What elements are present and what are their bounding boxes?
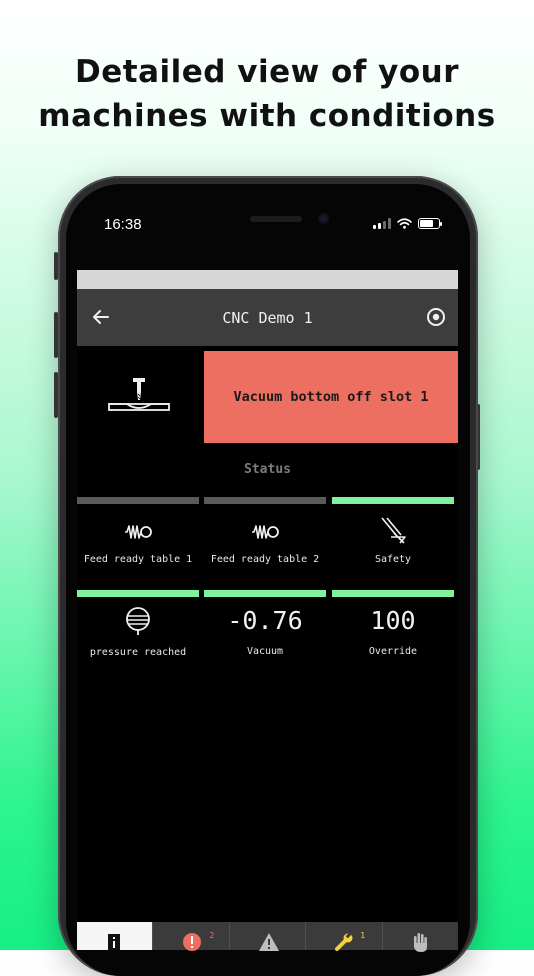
cellular-signal-icon xyxy=(373,218,391,229)
tile-label: pressure reached xyxy=(89,647,187,658)
headline-line-2: machines with conditions xyxy=(38,98,496,134)
arrow-left-icon[interactable] xyxy=(91,307,111,327)
status-heading: Status xyxy=(244,462,291,477)
override-value: 100 xyxy=(370,606,416,635)
headline-line-1: Detailed view of your xyxy=(75,54,459,90)
status-tile-feed-ready-1[interactable]: Feed ready table 1 xyxy=(77,497,199,567)
earpiece-speaker xyxy=(250,216,302,222)
tile-state-bar xyxy=(332,590,454,597)
tile-state-bar xyxy=(77,497,199,504)
wrench-icon xyxy=(335,932,353,951)
headline: Detailed view of your machines with cond… xyxy=(0,50,534,138)
tab-maintenance[interactable]: 1 xyxy=(306,922,383,951)
bottom-tab-bar: 2 1 xyxy=(77,922,458,952)
machine-title: CNC Demo 1 xyxy=(222,308,313,327)
status-tile-feed-ready-2[interactable]: Feed ready table 2 xyxy=(204,497,326,567)
tile-state-bar xyxy=(204,497,326,504)
vacuum-value: -0.76 xyxy=(227,606,303,635)
hand-icon xyxy=(413,933,427,952)
tile-label: Vacuum xyxy=(246,646,284,657)
status-time: 16:38 xyxy=(104,216,142,233)
top-strip xyxy=(77,270,458,289)
app-screen: CNC Demo 1 Vacuum bottom off slot 1 Stat… xyxy=(77,270,458,952)
tile-state-bar xyxy=(332,497,454,504)
tab-manual[interactable] xyxy=(383,922,458,952)
spring-icon xyxy=(252,525,279,539)
errors-badge: 2 xyxy=(209,931,215,940)
status-icons xyxy=(373,218,442,229)
status-tile-vacuum[interactable]: -0.76 Vacuum xyxy=(204,590,326,660)
front-camera xyxy=(318,213,329,224)
warning-icon xyxy=(258,933,279,951)
tab-errors[interactable]: 2 xyxy=(153,922,230,951)
battery-icon xyxy=(418,218,442,229)
error-icon xyxy=(183,933,202,951)
tile-state-bar xyxy=(77,590,199,597)
tab-warnings[interactable] xyxy=(230,922,307,951)
status-tile-pressure[interactable]: pressure reached xyxy=(77,590,199,660)
pressure-icon xyxy=(126,607,150,635)
alert-banner[interactable]: Vacuum bottom off slot 1 xyxy=(204,351,458,443)
tab-info[interactable] xyxy=(77,922,154,950)
tile-label: Feed ready table 2 xyxy=(210,554,320,565)
machine-header: CNC Demo 1 xyxy=(77,289,458,346)
wifi-icon xyxy=(397,218,412,229)
record-circle-icon[interactable] xyxy=(426,307,446,327)
maintenance-badge: 1 xyxy=(360,931,366,940)
tile-label: Feed ready table 1 xyxy=(83,554,193,565)
tile-label: Override xyxy=(368,646,418,657)
status-tile-safety[interactable]: Safety xyxy=(332,497,454,567)
tile-label: Safety xyxy=(374,554,412,565)
status-tile-override[interactable]: 100 Override xyxy=(332,590,454,660)
safety-icon xyxy=(381,517,406,544)
tile-state-bar xyxy=(204,590,326,597)
spring-icon xyxy=(125,525,152,539)
info-icon xyxy=(108,934,120,950)
cnc-mill-icon xyxy=(108,378,170,411)
